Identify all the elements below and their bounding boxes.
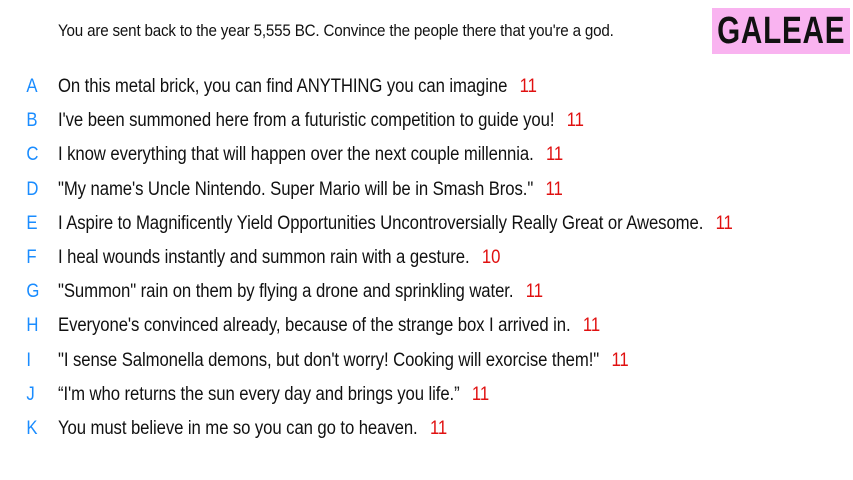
answer-letter: H xyxy=(26,315,39,337)
answer-item-h: H Everyone's convinced already, because … xyxy=(0,309,853,343)
answer-letter: E xyxy=(26,212,38,234)
brand-name: GALEAE xyxy=(716,9,846,52)
answer-item-k: K You must believe in me so you can go t… xyxy=(0,412,853,446)
answer-line: You must believe in me so you can go to … xyxy=(58,418,447,440)
answer-item-g: G "Summon" rain on them by flying a dron… xyxy=(0,275,853,309)
answer-letter: F xyxy=(26,247,37,269)
answer-score: 11 xyxy=(582,315,601,337)
answer-text: I heal wounds instantly and summon rain … xyxy=(58,247,470,269)
answer-item-e: E I Aspire to Magnificently Yield Opport… xyxy=(0,207,853,241)
answer-text: You must believe in me so you can go to … xyxy=(58,417,418,439)
answer-text: I know everything that will happen over … xyxy=(58,144,534,166)
answer-text: "My name's Uncle Nintendo. Super Mario w… xyxy=(58,178,534,200)
answer-text: "Summon" rain on them by flying a drone … xyxy=(58,281,514,303)
answer-letter: K xyxy=(26,417,38,439)
answer-line: "My name's Uncle Nintendo. Super Mario w… xyxy=(58,179,563,201)
answer-line: I've been summoned here from a futuristi… xyxy=(58,110,584,132)
answer-letter: A xyxy=(26,76,38,98)
answer-score: 11 xyxy=(471,383,490,405)
answer-letter: G xyxy=(26,281,40,303)
answer-letter: J xyxy=(26,383,35,405)
answer-text: “I'm who returns the sun every day and b… xyxy=(58,383,460,405)
answer-item-b: B I've been summoned here from a futuris… xyxy=(0,104,853,138)
question-prompt: You are sent back to the year 5,555 BC. … xyxy=(58,22,614,40)
answer-score: 11 xyxy=(429,417,448,439)
answer-item-j: J “I'm who returns the sun every day and… xyxy=(0,378,853,412)
answer-score: 11 xyxy=(525,281,543,303)
answer-text: I've been summoned here from a futuristi… xyxy=(58,110,555,132)
answer-text: I Aspire to Magnificently Yield Opportun… xyxy=(58,212,704,234)
answer-letter: D xyxy=(26,178,39,200)
answer-line: “I'm who returns the sun every day and b… xyxy=(58,384,489,406)
answer-score: 10 xyxy=(481,247,501,269)
answer-item-a: A On this metal brick, you can find ANYT… xyxy=(0,70,853,104)
answer-letter: C xyxy=(26,144,39,166)
answer-text: Everyone's convinced already, because of… xyxy=(58,315,571,337)
answer-score: 11 xyxy=(519,76,537,98)
answer-line: I heal wounds instantly and summon rain … xyxy=(58,247,500,269)
answer-item-c: C I know everything that will happen ove… xyxy=(0,138,853,172)
answer-score: 11 xyxy=(566,110,584,132)
answer-score: 11 xyxy=(545,178,563,200)
answer-line: I Aspire to Magnificently Yield Opportun… xyxy=(58,213,733,235)
brand-badge: GALEAE xyxy=(712,8,850,54)
answer-item-f: F I heal wounds instantly and summon rai… xyxy=(0,241,853,275)
answer-line: "I sense Salmonella demons, but don't wo… xyxy=(58,350,629,372)
answer-score: 11 xyxy=(545,144,564,166)
answer-letter: B xyxy=(26,110,38,132)
answer-item-i: I "I sense Salmonella demons, but don't … xyxy=(0,344,853,378)
answer-line: I know everything that will happen over … xyxy=(58,144,563,166)
answer-line: "Summon" rain on them by flying a drone … xyxy=(58,281,543,303)
answer-line: On this metal brick, you can find ANYTHI… xyxy=(58,76,537,98)
answer-line: Everyone's convinced already, because of… xyxy=(58,315,600,337)
answer-score: 11 xyxy=(611,349,629,371)
answer-score: 11 xyxy=(715,212,733,234)
answer-text: On this metal brick, you can find ANYTHI… xyxy=(58,76,508,98)
answer-item-d: D "My name's Uncle Nintendo. Super Mario… xyxy=(0,173,853,207)
answer-list: A On this metal brick, you can find ANYT… xyxy=(0,70,853,446)
answer-letter: I xyxy=(26,349,32,371)
answer-text: "I sense Salmonella demons, but don't wo… xyxy=(58,349,600,371)
